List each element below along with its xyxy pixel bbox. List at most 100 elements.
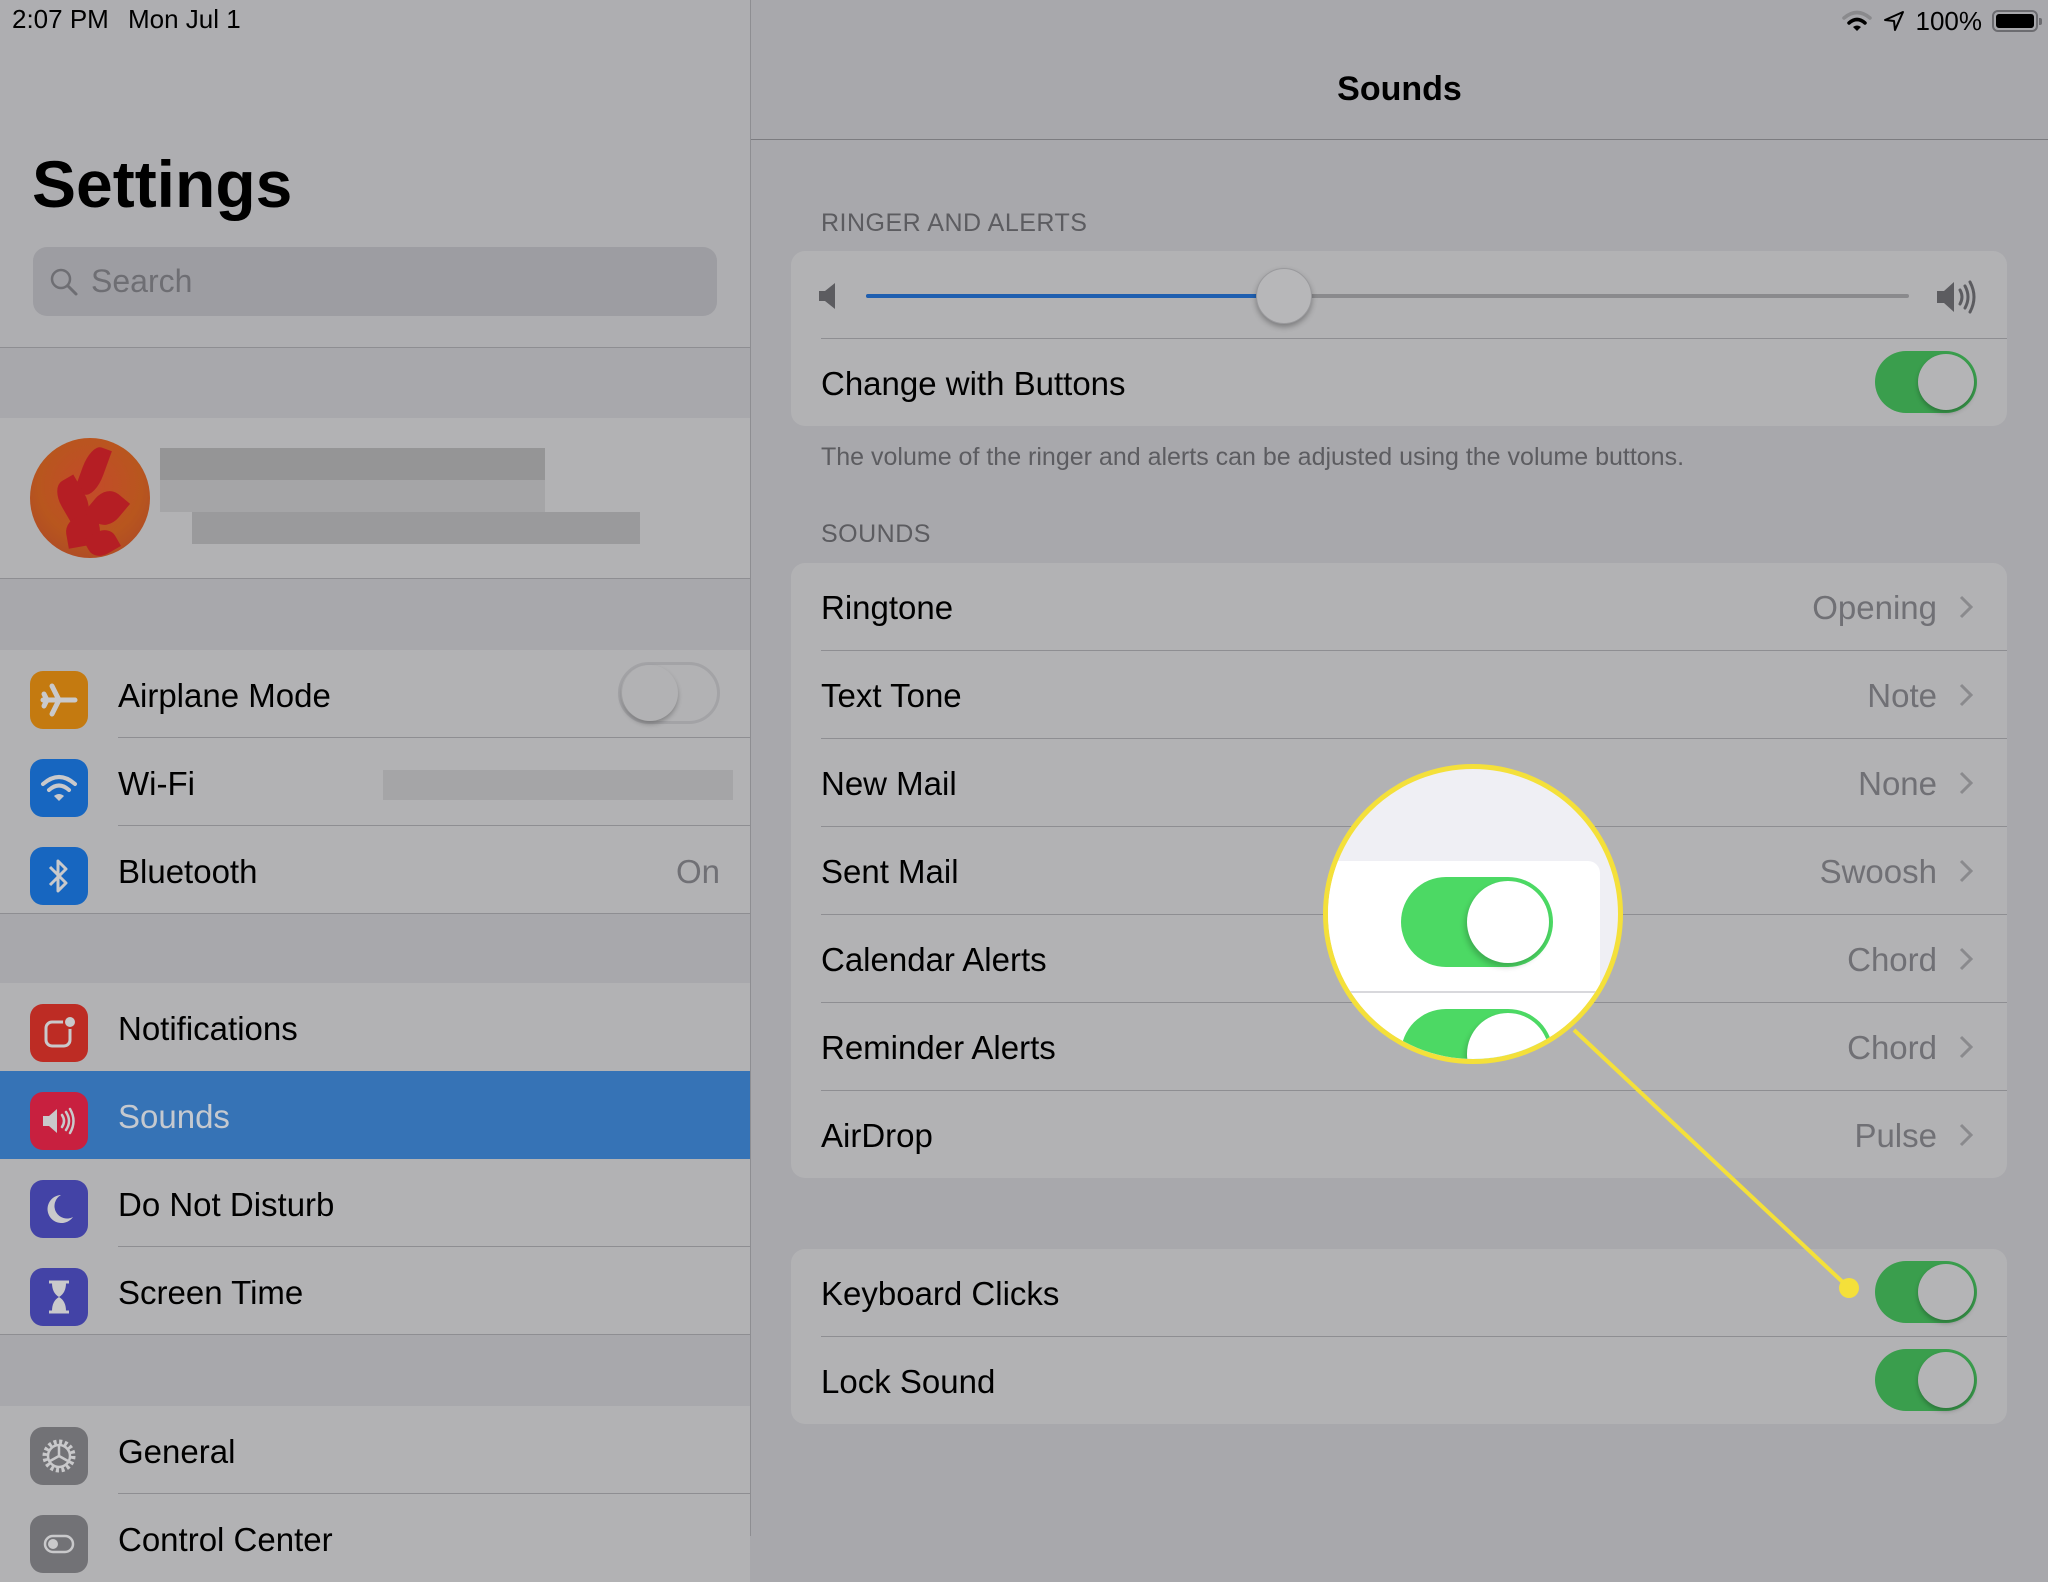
status-time: 2:07 PM <box>12 4 109 34</box>
chevron-right-icon <box>1959 683 1974 707</box>
status-date: Mon Jul 1 <box>128 4 241 34</box>
sound-row-value: Swoosh <box>1819 853 1937 890</box>
magnified-switch <box>1401 877 1553 967</box>
sound-row-label: New Mail <box>821 765 957 802</box>
airplane-mode-switch[interactable] <box>618 662 720 724</box>
change-with-buttons-row[interactable]: Change with Buttons <box>791 339 2007 426</box>
search-icon <box>50 268 78 295</box>
sound-row-value: Pulse <box>1854 1117 1937 1154</box>
chevron-right-icon <box>1959 859 1974 883</box>
ringer-section-header: RINGER AND ALERTS <box>821 209 1088 237</box>
sidebar-item-notifications[interactable]: Notifications <box>0 983 750 1071</box>
bluetooth-icon <box>30 847 88 905</box>
moon-icon <box>30 1180 88 1238</box>
sidebar-item-airplane-mode[interactable]: Airplane Mode <box>0 650 750 738</box>
sound-row-value: Opening <box>1812 589 1937 626</box>
chevron-right-icon <box>1959 947 1974 971</box>
magnifier-callout <box>1323 764 1623 1064</box>
general-group: General Control Center <box>0 1406 750 1582</box>
battery-percent: 100% <box>1915 5 1983 36</box>
sidebar-item-bluetooth[interactable]: Bluetooth On <box>0 826 750 914</box>
connectivity-group: Airplane Mode Wi-Fi Bluetooth On <box>0 650 750 914</box>
change-with-buttons-switch[interactable] <box>1875 351 1977 413</box>
sound-row-label: Sent Mail <box>821 853 959 890</box>
hourglass-icon <box>30 1268 88 1326</box>
wifi-network-redacted <box>383 770 733 800</box>
sidebar-item-label: Sounds <box>118 1098 230 1135</box>
switch-knob <box>1467 1013 1549 1059</box>
sidebar-item-wifi[interactable]: Wi-Fi <box>0 738 750 826</box>
keyboard-clicks-label: Keyboard Clicks <box>821 1275 1060 1312</box>
page-title: Settings <box>32 147 293 221</box>
gear-icon <box>30 1427 88 1485</box>
sidebar-item-control-center[interactable]: Control Center <box>0 1494 750 1582</box>
volume-low-icon <box>819 283 835 309</box>
sound-row-ringtone[interactable]: Ringtone Opening <box>791 563 2007 651</box>
sidebar-item-label: Notifications <box>118 1010 298 1047</box>
sound-row-label: Text Tone <box>821 677 962 714</box>
volume-slider-fill <box>866 294 1284 298</box>
sound-row-value: Chord <box>1847 941 1937 978</box>
chevron-right-icon <box>1959 1035 1974 1059</box>
sound-row-airdrop[interactable]: AirDrop Pulse <box>791 1091 2007 1178</box>
section-gap <box>0 913 750 984</box>
sidebar-item-label: General <box>118 1433 236 1470</box>
toggles-card: Keyboard Clicks Lock Sound <box>791 1249 2007 1424</box>
lock-sound-label: Lock Sound <box>821 1363 996 1400</box>
switch-knob <box>1918 1352 1974 1408</box>
change-with-buttons-label: Change with Buttons <box>821 365 1126 402</box>
volume-slider-row <box>791 251 2007 339</box>
profile-name-redacted <box>160 448 545 480</box>
sound-row-label: Calendar Alerts <box>821 941 1047 978</box>
sound-row-value: None <box>1858 765 1937 802</box>
keyboard-clicks-row[interactable]: Keyboard Clicks <box>791 1249 2007 1337</box>
switch-knob <box>622 665 678 721</box>
search-field[interactable] <box>33 247 717 316</box>
switch-knob <box>1918 354 1974 410</box>
volume-slider[interactable] <box>866 268 1909 324</box>
profile-subtitle-redacted <box>192 512 640 544</box>
location-icon <box>1883 11 1904 31</box>
sidebar-item-label: Do Not Disturb <box>118 1186 335 1223</box>
battery-icon <box>1992 10 2042 32</box>
profile-row[interactable] <box>0 418 750 579</box>
sidebar-item-general[interactable]: General <box>0 1406 750 1494</box>
sidebar-item-label: Screen Time <box>118 1274 304 1311</box>
sound-row-label: Reminder Alerts <box>821 1029 1056 1066</box>
sidebar-item-do-not-disturb[interactable]: Do Not Disturb <box>0 1159 750 1247</box>
section-gap <box>0 1334 750 1407</box>
sidebar-item-sounds[interactable]: Sounds <box>0 1071 750 1159</box>
lock-sound-switch[interactable] <box>1875 1349 1977 1411</box>
notifications-icon <box>30 1004 88 1062</box>
switch-knob <box>1467 881 1549 963</box>
wifi-icon <box>1841 10 1872 31</box>
keyboard-clicks-switch[interactable] <box>1875 1261 1977 1323</box>
sidebar-item-label: Airplane Mode <box>118 677 331 714</box>
section-gap <box>0 347 750 419</box>
status-indicators: 100% <box>1841 4 2042 38</box>
sound-row-value: Chord <box>1847 1029 1937 1066</box>
switch-knob <box>1918 1264 1974 1320</box>
sounds-section-header: SOUNDS <box>821 520 931 548</box>
volume-slider-thumb[interactable] <box>1256 268 1313 324</box>
alerts-group: Notifications Sounds Do Not Disturb Scre… <box>0 983 750 1335</box>
search-input[interactable] <box>89 262 693 301</box>
magnified-divider <box>1328 991 1600 993</box>
wifi-icon <box>30 759 88 817</box>
lock-sound-row[interactable]: Lock Sound <box>791 1337 2007 1424</box>
sidebar-item-label: Control Center <box>118 1521 333 1558</box>
sound-row-label: AirDrop <box>821 1117 933 1154</box>
volume-high-icon <box>1937 280 1976 314</box>
profile-redacted <box>160 480 545 512</box>
chevron-right-icon <box>1959 1123 1974 1147</box>
sound-row-text-tone[interactable]: Text Tone Note <box>791 651 2007 739</box>
detail-title: Sounds <box>1337 70 1462 108</box>
sidebar: Settings Airplane Mode <box>0 0 751 1582</box>
nav-divider <box>751 139 2048 140</box>
sidebar-item-screen-time[interactable]: Screen Time <box>0 1247 750 1335</box>
speaker-icon <box>30 1092 88 1150</box>
bluetooth-status: On <box>675 853 720 890</box>
ringer-footer-note: The volume of the ringer and alerts can … <box>821 443 1685 471</box>
sidebar-item-label: Bluetooth <box>118 853 258 890</box>
sound-row-value: Note <box>1867 677 1937 714</box>
